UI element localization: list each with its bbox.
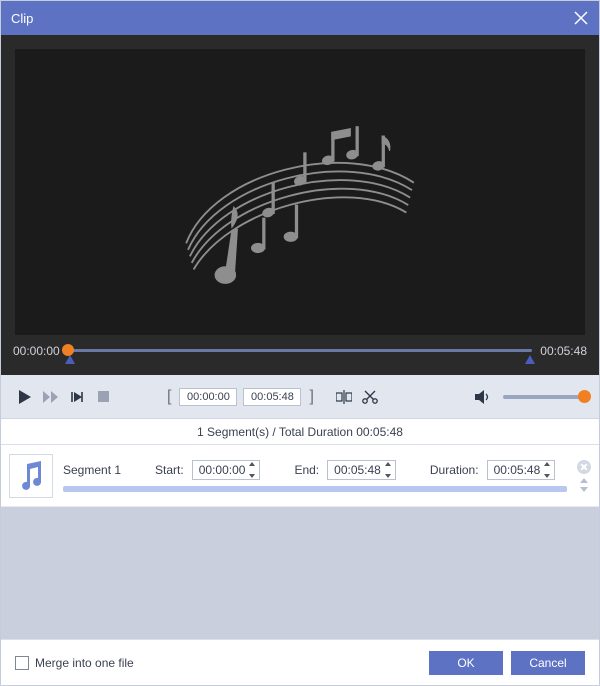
duration-field[interactable]: 00:05:48 — [487, 460, 556, 480]
start-time-field[interactable]: 00:00:00 — [192, 460, 261, 480]
preview-canvas — [15, 49, 585, 335]
play-button[interactable] — [15, 387, 35, 407]
segment-range-bar[interactable] — [63, 486, 567, 492]
start-label: Start: — [155, 463, 184, 477]
stop-button[interactable] — [93, 387, 113, 407]
merge-checkbox[interactable]: Merge into one file — [15, 656, 134, 670]
titlebar: Clip — [1, 1, 599, 35]
timeline-track[interactable] — [68, 339, 533, 367]
empty-panel — [1, 507, 599, 639]
cut-button[interactable] — [360, 387, 380, 407]
timeline: 00:00:00 00:05:48 — [13, 339, 587, 369]
volume-icon[interactable] — [473, 387, 493, 407]
volume-slider[interactable] — [503, 395, 585, 399]
music-artwork-icon — [160, 77, 440, 307]
segment-thumbnail — [9, 454, 53, 498]
timeline-current: 00:00:00 — [13, 339, 60, 358]
marker-start[interactable] — [65, 355, 75, 364]
music-note-icon — [17, 461, 45, 491]
summary-bar: 1 Segment(s) / Total Duration 00:05:48 — [1, 419, 599, 445]
bracket-close-icon[interactable]: ] — [307, 388, 315, 406]
split-button[interactable] — [334, 387, 354, 407]
move-up-button[interactable] — [580, 478, 588, 483]
playback-controls: [ 00:00:00 00:05:48 ] — [1, 375, 599, 419]
footer: Merge into one file OK Cancel — [1, 639, 599, 685]
next-frame-button[interactable] — [67, 387, 87, 407]
move-down-button[interactable] — [580, 487, 588, 492]
timeline-total: 00:05:48 — [540, 339, 587, 358]
fast-forward-button[interactable] — [41, 387, 61, 407]
end-label: End: — [294, 463, 319, 477]
segment-row[interactable]: Segment 1 Start: 00:00:00 End: 00:05:48 … — [1, 445, 599, 507]
volume-knob[interactable] — [578, 390, 591, 403]
segment-name: Segment 1 — [63, 463, 121, 477]
window-title: Clip — [11, 11, 33, 26]
preview-area: 00:00:00 00:05:48 — [1, 35, 599, 375]
bracket-open-icon[interactable]: [ — [165, 388, 173, 406]
clip-dialog: Clip — [0, 0, 600, 686]
range-start-field[interactable]: 00:00:00 — [179, 388, 237, 406]
close-icon[interactable] — [573, 10, 589, 26]
marker-end[interactable] — [525, 355, 535, 364]
cancel-button[interactable]: Cancel — [511, 651, 585, 675]
ok-button[interactable]: OK — [429, 651, 503, 675]
range-end-field[interactable]: 00:05:48 — [243, 388, 301, 406]
remove-segment-button[interactable] — [577, 460, 591, 474]
summary-text: 1 Segment(s) / Total Duration 00:05:48 — [197, 425, 403, 439]
merge-label: Merge into one file — [35, 656, 134, 670]
duration-label: Duration: — [430, 463, 479, 477]
end-time-field[interactable]: 00:05:48 — [327, 460, 396, 480]
